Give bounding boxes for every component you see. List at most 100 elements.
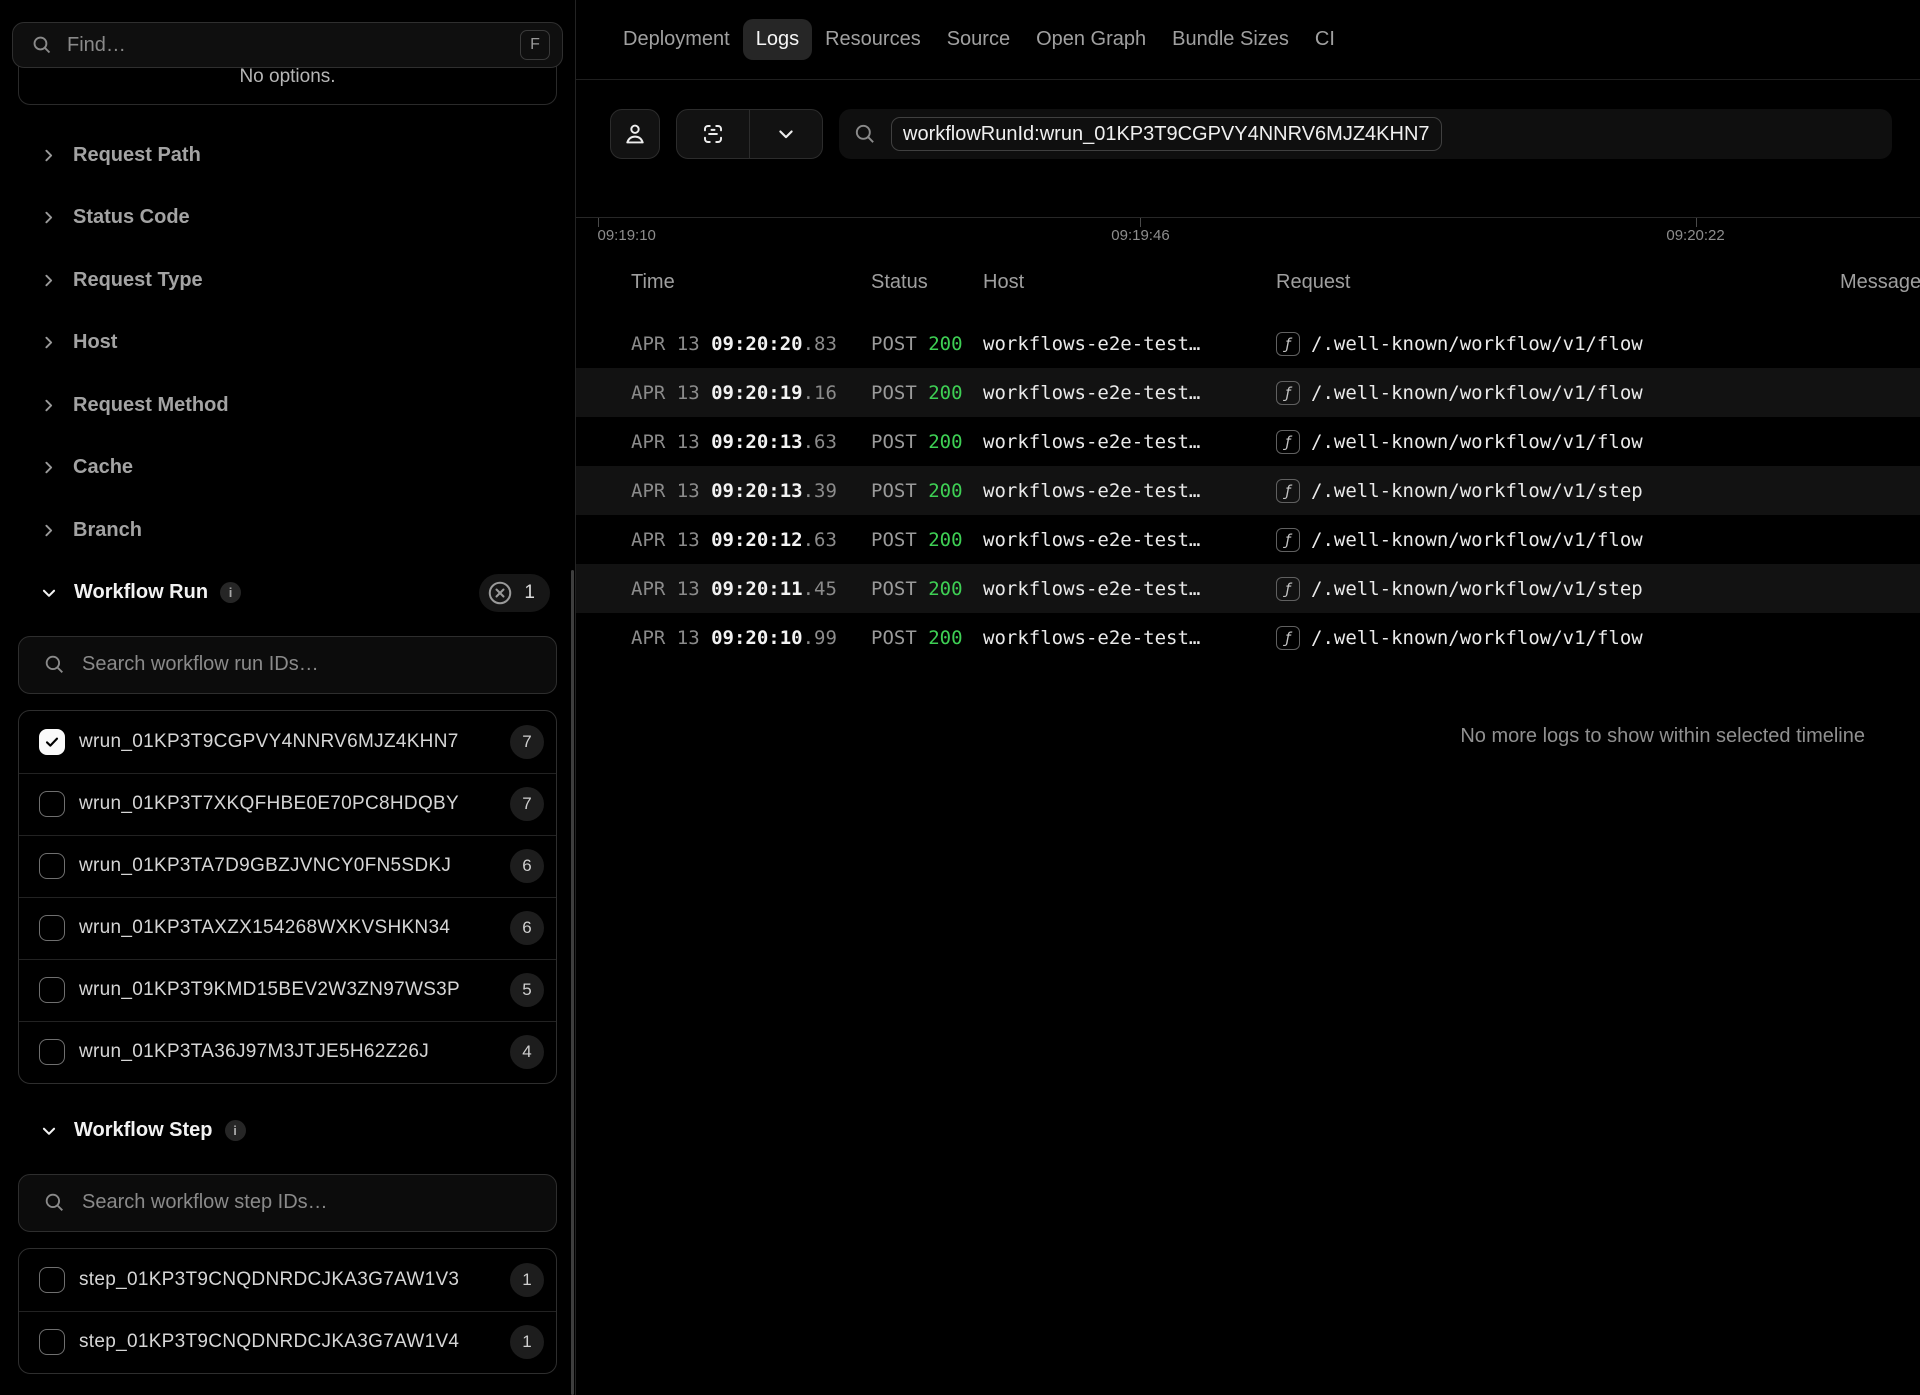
chevron-right-icon xyxy=(40,272,57,289)
live-tail-menu-button[interactable] xyxy=(749,110,822,158)
tab-ci[interactable]: CI xyxy=(1302,19,1348,60)
workflow-run-search-box[interactable] xyxy=(18,636,557,694)
filter-section-label: Branch xyxy=(73,519,142,542)
item-id: wrun_01KP3T9CGPVY4NNRV6MJZ4KHN7 xyxy=(79,731,496,753)
search-icon xyxy=(43,653,66,676)
workflow-step-search-box[interactable] xyxy=(18,1174,557,1232)
filter-section-host[interactable]: Host xyxy=(0,312,575,375)
workflow-run-selected-count: 1 xyxy=(524,582,535,604)
log-request-path: /.well-known/workflow/v1/step xyxy=(1311,578,1643,600)
workflow-run-item[interactable]: wrun_01KP3T9CGPVY4NNRV6MJZ4KHN7 7 xyxy=(19,711,556,773)
log-row[interactable]: APR 13 09:20:19.16 POST 200 workflows-e2… xyxy=(576,368,1920,417)
workflow-run-item[interactable]: wrun_01KP3T7XKQFHBE0E70PC8HDQBY 7 xyxy=(19,773,556,835)
log-request: ƒ /.well-known/workflow/v1/flow xyxy=(1276,381,1840,405)
find-filter-input-box[interactable]: F xyxy=(12,22,563,68)
tab-resources[interactable]: Resources xyxy=(812,19,934,60)
filter-section-status-code[interactable]: Status Code xyxy=(0,187,575,250)
log-row[interactable]: APR 13 09:20:11.45 POST 200 workflows-e2… xyxy=(576,564,1920,613)
workflow-run-item[interactable]: wrun_01KP3T9KMD15BEV2W3ZN97WS3P 5 xyxy=(19,959,556,1021)
tab-open-graph[interactable]: Open Graph xyxy=(1023,19,1159,60)
tab-bundle-sizes[interactable]: Bundle Sizes xyxy=(1159,19,1302,60)
workflow-run-item[interactable]: wrun_01KP3TA36J97M3JTJE5H62Z26J 4 xyxy=(19,1021,556,1083)
item-count-badge: 7 xyxy=(510,725,544,759)
search-filter-chip[interactable]: workflowRunId:wrun_01KP3T9CGPVY4NNRV6MJZ… xyxy=(891,117,1442,151)
filter-section-label: Status Code xyxy=(73,206,190,229)
filter-section-cache[interactable]: Cache xyxy=(0,437,575,500)
column-header-host: Host xyxy=(983,271,1276,294)
log-row[interactable]: APR 13 09:20:20.83 POST 200 workflows-e2… xyxy=(576,319,1920,368)
log-request-path: /.well-known/workflow/v1/flow xyxy=(1311,382,1643,404)
workflow-run-list: wrun_01KP3T9CGPVY4NNRV6MJZ4KHN7 7 wrun_0… xyxy=(18,710,557,1084)
timeline-ruler[interactable]: 09:19:10 09:19:46 09:20:22 xyxy=(576,217,1920,259)
workflow-run-section-header[interactable]: Workflow Run i 1 xyxy=(0,562,575,624)
item-count-badge: 4 xyxy=(510,1035,544,1069)
chevron-right-icon xyxy=(40,209,57,226)
filter-section-label: Cache xyxy=(73,456,133,479)
checkbox[interactable] xyxy=(39,791,65,817)
filter-section-label: Request Method xyxy=(73,394,229,417)
log-host: workflows-e2e-test… xyxy=(983,480,1276,502)
log-host: workflows-e2e-test… xyxy=(983,333,1276,355)
find-filter-input[interactable] xyxy=(67,34,506,57)
log-request-path: /.well-known/workflow/v1/flow xyxy=(1311,333,1643,355)
filter-section-request-method[interactable]: Request Method xyxy=(0,374,575,437)
item-count-badge: 5 xyxy=(510,973,544,1007)
checkbox[interactable] xyxy=(39,729,65,755)
log-time: APR 13 09:20:10.99 xyxy=(631,627,871,649)
info-icon: i xyxy=(225,1120,246,1141)
log-time: APR 13 09:20:20.83 xyxy=(631,333,871,355)
workflow-step-item[interactable]: step_01KP3T9CNQDNRDCJKA3G7AW1V4 1 xyxy=(19,1311,556,1373)
log-status: POST 200 xyxy=(871,382,983,404)
workflow-run-item[interactable]: wrun_01KP3TA7D9GBZJVNCY0FN5SDKJ 6 xyxy=(19,835,556,897)
checkbox[interactable] xyxy=(39,977,65,1003)
workflow-run-item[interactable]: wrun_01KP3TAXZX154268WXKVSHKN34 6 xyxy=(19,897,556,959)
sidebar-scrollbar-thumb[interactable] xyxy=(571,570,574,1395)
live-tail-button[interactable] xyxy=(677,110,749,158)
live-tail-split-button xyxy=(676,109,823,159)
log-time: APR 13 09:20:11.45 xyxy=(631,578,871,600)
checkbox[interactable] xyxy=(39,853,65,879)
chevron-down-icon xyxy=(40,584,58,602)
log-rows: APR 13 09:20:20.83 POST 200 workflows-e2… xyxy=(576,319,1920,662)
workflow-step-item[interactable]: step_01KP3T9CNQDNRDCJKA3G7AW1V3 1 xyxy=(19,1249,556,1311)
item-count-badge: 6 xyxy=(510,849,544,883)
log-row[interactable]: APR 13 09:20:12.63 POST 200 workflows-e2… xyxy=(576,515,1920,564)
tab-logs[interactable]: Logs xyxy=(743,19,812,60)
user-requests-filter-button[interactable] xyxy=(610,109,660,159)
log-row[interactable]: APR 13 09:20:13.39 POST 200 workflows-e2… xyxy=(576,466,1920,515)
log-status: POST 200 xyxy=(871,627,983,649)
tab-source[interactable]: Source xyxy=(934,19,1023,60)
filter-section-request-type[interactable]: Request Type xyxy=(0,249,575,312)
find-shortcut-key: F xyxy=(520,30,550,60)
checkbox[interactable] xyxy=(39,1267,65,1293)
workflow-run-clear-filter-button[interactable]: 1 xyxy=(479,574,550,612)
function-icon: ƒ xyxy=(1276,626,1300,650)
workflow-step-section-header[interactable]: Workflow Step i xyxy=(0,1100,575,1162)
circle-x-icon xyxy=(485,578,515,608)
log-row[interactable]: APR 13 09:20:13.63 POST 200 workflows-e2… xyxy=(576,417,1920,466)
log-row[interactable]: APR 13 09:20:10.99 POST 200 workflows-e2… xyxy=(576,613,1920,662)
checkbox[interactable] xyxy=(39,915,65,941)
log-search-box[interactable]: workflowRunId:wrun_01KP3T9CGPVY4NNRV6MJZ… xyxy=(839,109,1892,159)
filter-section-branch[interactable]: Branch xyxy=(0,499,575,562)
function-icon: ƒ xyxy=(1276,332,1300,356)
logs-content: DeploymentLogsResourcesSourceOpen GraphB… xyxy=(576,0,1920,1395)
timeline-tick xyxy=(1696,218,1697,227)
column-header-status: Status xyxy=(871,271,983,294)
checkbox[interactable] xyxy=(39,1039,65,1065)
log-host: workflows-e2e-test… xyxy=(983,578,1276,600)
timeline-tick-label: 09:19:46 xyxy=(1111,227,1169,244)
tab-deployment[interactable]: Deployment xyxy=(610,19,743,60)
search-icon xyxy=(43,1191,66,1214)
log-request: ƒ /.well-known/workflow/v1/flow xyxy=(1276,332,1840,356)
filter-section-request-path[interactable]: Request Path xyxy=(0,124,575,187)
workflow-run-search-input[interactable] xyxy=(82,653,556,676)
log-request-path: /.well-known/workflow/v1/flow xyxy=(1311,529,1643,551)
item-id: wrun_01KP3TAXZX154268WXKVSHKN34 xyxy=(79,917,496,939)
search-icon xyxy=(853,122,877,146)
info-icon: i xyxy=(220,582,241,603)
checkbox[interactable] xyxy=(39,1329,65,1355)
chevron-down-icon xyxy=(776,124,796,144)
item-id: step_01KP3T9CNQDNRDCJKA3G7AW1V3 xyxy=(79,1269,496,1291)
workflow-step-search-input[interactable] xyxy=(82,1191,556,1214)
